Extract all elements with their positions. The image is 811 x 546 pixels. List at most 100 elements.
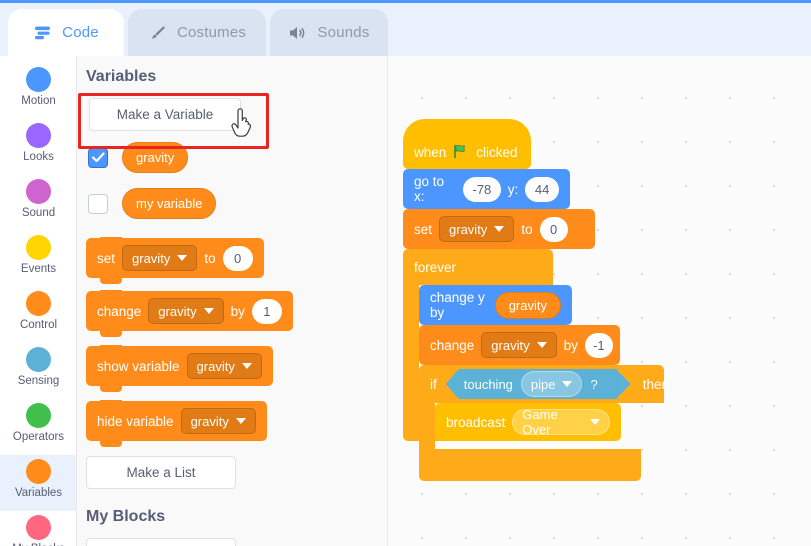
script-forever-arm	[403, 285, 419, 409]
palette-change-dropdown[interactable]: gravity	[148, 298, 224, 324]
chevron-down-icon	[562, 381, 573, 387]
script-broadcast-dropdown-value: Game Over	[522, 407, 558, 437]
palette-section-variables: Variables	[86, 68, 157, 85]
script-set-value-input[interactable]: 0	[539, 216, 568, 242]
script-changevar-by-label: by	[563, 337, 578, 353]
sensing-dot-icon	[26, 347, 51, 372]
script-set-label: set	[414, 221, 433, 237]
chevron-down-icon	[536, 342, 547, 348]
sidebar-item-events[interactable]: Events	[0, 231, 76, 287]
variable-reporter-gravity[interactable]: gravity	[122, 142, 189, 173]
variable-row-gravity: gravity	[88, 142, 189, 173]
palette-change-dropdown-value: gravity	[158, 303, 197, 319]
script-goto-y-input[interactable]: 44	[525, 176, 559, 202]
palette-set-label: set	[97, 250, 116, 266]
looks-dot-icon	[26, 123, 51, 148]
make-a-variable-button[interactable]: Make a Variable	[89, 98, 241, 131]
category-sidebar: Motion Looks Sound Events Control Sensin…	[0, 56, 77, 546]
script-if-condition[interactable]: touching pipe ?	[445, 369, 618, 399]
sidebar-item-motion-label: Motion	[21, 95, 56, 107]
sidebar-item-looks[interactable]: Looks	[0, 119, 76, 175]
sidebar-item-looks-label: Looks	[23, 151, 54, 163]
sidebar-item-control[interactable]: Control	[0, 287, 76, 343]
script-if-footer	[419, 449, 641, 481]
brush-icon	[148, 23, 168, 43]
script-if-arm	[419, 403, 435, 449]
variable-reporter-my-variable[interactable]: my variable	[122, 188, 217, 219]
script-if-label: if	[430, 376, 437, 392]
script-changevar-value-input[interactable]: -1	[584, 332, 613, 358]
sidebar-item-control-label: Control	[19, 319, 58, 331]
sidebar-item-operators-label: Operators	[12, 431, 65, 443]
pointer-hand-cursor	[230, 108, 256, 138]
palette-block-set-variable[interactable]: set gravity to 0	[86, 237, 264, 284]
sidebar-item-sound-label: Sound	[21, 207, 56, 219]
tab-costumes[interactable]: Costumes	[128, 9, 266, 56]
chevron-down-icon	[235, 418, 246, 424]
myblocks-dot-icon	[26, 515, 51, 540]
palette-block-show-variable[interactable]: show variable gravity	[86, 345, 273, 392]
operators-dot-icon	[26, 403, 51, 428]
script-goto-x-input[interactable]: -78	[462, 176, 501, 202]
sidebar-item-sound[interactable]: Sound	[0, 175, 76, 231]
script-changevar-dropdown[interactable]: gravity	[481, 332, 557, 358]
script-block-change-y-by[interactable]: change y by gravity	[419, 285, 572, 325]
palette-block-change-variable[interactable]: change gravity by 1	[86, 290, 293, 337]
events-dot-icon	[26, 235, 51, 260]
palette-set-value-input[interactable]: 0	[222, 245, 253, 271]
sidebar-item-motion[interactable]: Motion	[0, 63, 76, 119]
control-dot-icon	[26, 291, 51, 316]
script-changey-label: change y by	[430, 290, 485, 320]
palette-hide-dropdown[interactable]: gravity	[180, 408, 256, 434]
script-block-change-variable[interactable]: change gravity by -1	[419, 325, 620, 365]
script-set-dropdown-value: gravity	[449, 221, 488, 237]
green-flag-icon	[453, 144, 469, 162]
script-touching-dropdown-value: pipe	[530, 376, 556, 392]
script-touching-block[interactable]: touching pipe ?	[445, 369, 618, 399]
palette-change-value-input[interactable]: 1	[251, 298, 282, 324]
sidebar-item-variables[interactable]: Variables	[0, 455, 76, 511]
palette-change-label: change	[97, 303, 142, 319]
palette-show-dropdown[interactable]: gravity	[186, 353, 262, 379]
sidebar-item-operators[interactable]: Operators	[0, 399, 76, 455]
variable-checkbox-gravity[interactable]	[88, 147, 108, 168]
sidebar-item-events-label: Events	[20, 263, 57, 275]
checkmark-icon	[91, 152, 105, 163]
tab-sounds[interactable]: Sounds	[270, 9, 388, 56]
script-if-then-label: then	[642, 376, 669, 392]
palette-set-dropdown[interactable]: gravity	[122, 245, 198, 271]
script-block-broadcast[interactable]: broadcast Game Over	[435, 403, 621, 441]
script-touching-label: touching	[463, 376, 513, 392]
script-block-set-variable[interactable]: set gravity to 0	[403, 209, 595, 249]
palette-change-by-label: by	[230, 303, 245, 319]
chevron-down-icon	[590, 419, 600, 425]
script-set-dropdown[interactable]: gravity	[439, 216, 515, 242]
script-block-go-to-xy[interactable]: go to x: -78 y: 44	[403, 169, 570, 209]
script-goto-y-label: y:	[507, 181, 519, 197]
script-broadcast-dropdown[interactable]: Game Over	[512, 407, 610, 437]
make-a-block-button[interactable]: Make a Block	[86, 538, 236, 546]
sidebar-item-sensing[interactable]: Sensing	[0, 343, 76, 399]
make-a-list-button[interactable]: Make a List	[86, 456, 236, 489]
sidebar-item-sensing-label: Sensing	[17, 375, 60, 387]
variable-checkbox-my-variable[interactable]	[88, 193, 108, 214]
script-forever-label: forever	[414, 259, 457, 275]
chevron-down-icon	[177, 255, 188, 261]
tab-bar: Code Costumes Sounds	[0, 0, 811, 56]
script-canvas[interactable]: when clicked go to x: -78 y: 44 set grav…	[388, 56, 811, 546]
script-touching-question: ?	[590, 376, 598, 392]
tab-code[interactable]: Code	[8, 9, 124, 56]
script-touching-dropdown[interactable]: pipe	[520, 371, 583, 397]
script-block-when-flag-clicked[interactable]: when clicked	[403, 119, 531, 169]
sidebar-item-variables-label: Variables	[14, 487, 63, 499]
tab-code-label: Code	[62, 24, 99, 41]
palette-section-myblocks: My Blocks	[86, 508, 166, 525]
scratch-editor-window: Code Costumes Sounds Motion Looks Sound …	[0, 0, 811, 546]
palette-block-hide-variable[interactable]: hide variable gravity	[86, 400, 267, 447]
script-changey-reporter-gravity[interactable]: gravity	[494, 291, 561, 319]
script-forever-header: forever	[403, 249, 553, 285]
motion-dot-icon	[26, 67, 51, 92]
code-icon	[33, 23, 53, 43]
sidebar-item-myblocks[interactable]: My Blocks	[0, 511, 76, 546]
sound-dot-icon	[26, 179, 51, 204]
